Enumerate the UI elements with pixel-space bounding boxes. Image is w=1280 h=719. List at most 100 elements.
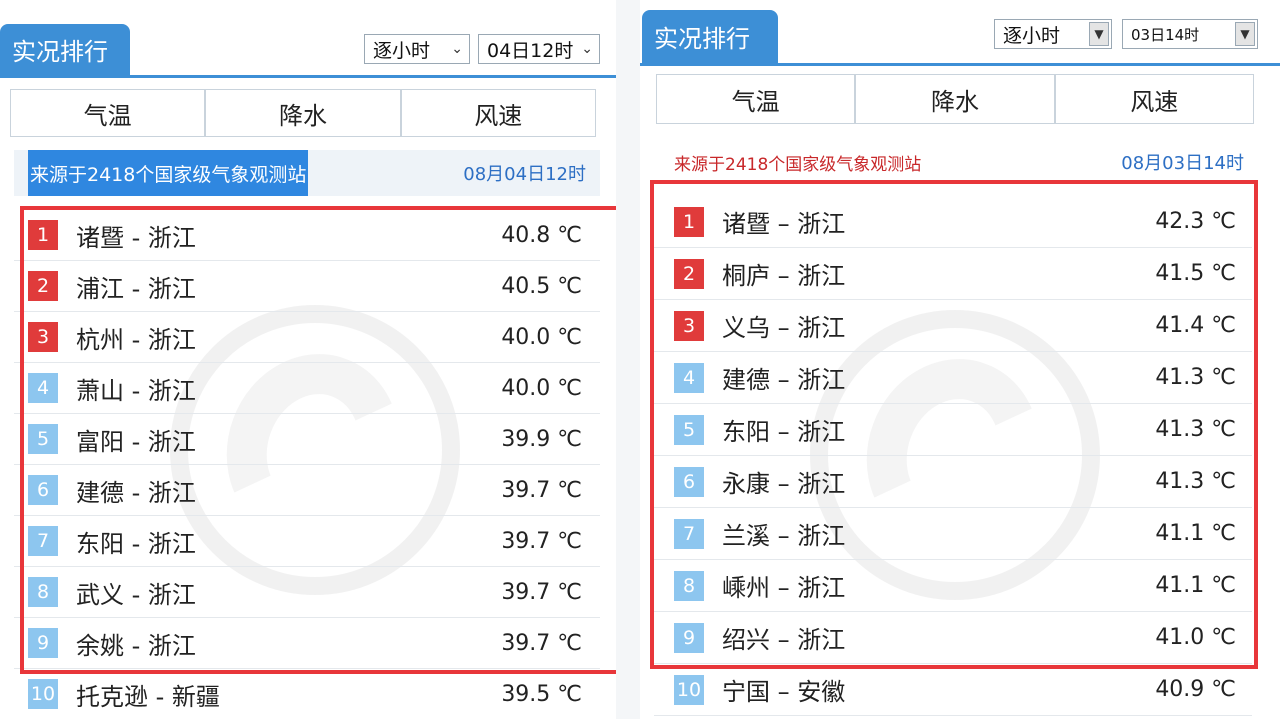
rank-badge: 5: [28, 424, 58, 454]
ranking-list: 1 诸暨 – 浙江 42.3 ℃ 2 桐庐 – 浙江 41.5 ℃ 3 义乌 – 浙江 41.4…: [640, 196, 1280, 719]
station-name: 东阳 - 浙江: [76, 529, 196, 558]
rank-badge: 8: [28, 577, 58, 607]
rank-badge: 4: [28, 373, 58, 403]
temperature-value: 42.3 ℃: [1155, 209, 1236, 234]
table-row: 8 武义 - 浙江 39.7 ℃: [14, 567, 600, 618]
rank-badge: 1: [674, 206, 704, 237]
station-name: 绍兴 – 浙江: [722, 626, 846, 654]
table-row: 10 宁国 – 安徽 40.9 ℃: [654, 664, 1252, 716]
period-select[interactable]: 逐小时 ▼: [994, 19, 1112, 49]
temperature-value: 41.3 ℃: [1155, 365, 1236, 390]
rank-badge: 9: [674, 622, 704, 653]
rank-badge: 10: [28, 679, 58, 709]
source-strip: 来源于2418个国家级气象观测站 08月04日12时: [14, 150, 600, 196]
source-text: 来源于2418个国家级气象观测站: [674, 154, 922, 175]
metric-tabs: 气温 降水 风速: [10, 89, 596, 137]
rank-badge: 3: [28, 322, 58, 352]
metric-tabs: 气温 降水 风速: [656, 74, 1254, 124]
tab-temperature[interactable]: 气温: [10, 89, 206, 137]
station-name: 嵊州 – 浙江: [722, 574, 846, 602]
table-row: 10 托克逊 - 新疆 39.5 ℃: [14, 669, 600, 719]
tab-precipitation[interactable]: 降水: [205, 89, 401, 137]
panel-header: 实况排行 逐小时 ▼ 03日14时 ▼: [640, 10, 1280, 66]
station-name: 义乌 – 浙江: [722, 314, 846, 342]
table-row: 2 浦江 - 浙江 40.5 ℃: [14, 261, 600, 312]
temperature-value: 39.5 ℃: [501, 681, 582, 707]
rank-badge: 8: [674, 570, 704, 601]
station-name: 建德 – 浙江: [722, 366, 846, 394]
table-row: 5 富阳 - 浙江 39.9 ℃: [14, 414, 600, 465]
time-select[interactable]: 04日12时 ⌄: [478, 34, 600, 64]
rank-badge: 5: [674, 414, 704, 445]
temperature-value: 41.5 ℃: [1155, 261, 1236, 286]
temperature-value: 41.4 ℃: [1155, 313, 1236, 338]
table-row: 1 诸暨 - 浙江 40.8 ℃: [14, 210, 600, 261]
temperature-value: 40.0 ℃: [501, 324, 582, 350]
temperature-value: 39.9 ℃: [501, 426, 582, 452]
table-row: 4 萧山 - 浙江 40.0 ℃: [14, 363, 600, 414]
tab-precipitation[interactable]: 降水: [855, 74, 1055, 124]
ranking-panel-left: 实况排行 逐小时 ⌄ 04日12时 ⌄ 气温 降水 风速 来源于2418个国家级…: [0, 0, 616, 719]
tab-wind-speed[interactable]: 风速: [1054, 74, 1254, 124]
station-name: 宁国 – 安徽: [722, 678, 846, 706]
time-select-value: 04日12时: [487, 39, 574, 62]
chevron-down-icon: ⌄: [581, 41, 593, 57]
ranking-panel-right: 实况排行 逐小时 ▼ 03日14时 ▼ 气温 降水 风速 来源于2418个国家级…: [640, 0, 1280, 719]
source-strip: 来源于2418个国家级气象观测站 08月03日14时: [674, 148, 1244, 176]
period-select-value: 逐小时: [1003, 24, 1061, 47]
time-select[interactable]: 03日14时 ▼: [1122, 19, 1258, 49]
station-name: 萧山 - 浙江: [76, 376, 196, 405]
table-row: 9 余姚 - 浙江 39.7 ℃: [14, 618, 600, 669]
rank-badge: 4: [674, 362, 704, 393]
source-text: 来源于2418个国家级气象观测站: [28, 150, 309, 196]
time-select-value: 03日14时: [1131, 25, 1200, 44]
station-name: 建德 - 浙江: [76, 478, 196, 507]
temperature-value: 40.9 ℃: [1155, 677, 1236, 702]
temperature-value: 40.0 ℃: [501, 375, 582, 401]
table-row: 6 建德 - 浙江 39.7 ℃: [14, 465, 600, 516]
temperature-value: 40.8 ℃: [501, 222, 582, 248]
temperature-value: 40.5 ℃: [501, 273, 582, 299]
rank-badge: 7: [28, 526, 58, 556]
temperature-value: 39.7 ℃: [501, 477, 582, 503]
rank-badge: 6: [674, 466, 704, 497]
chevron-down-icon: ▼: [1089, 22, 1109, 46]
station-name: 托克逊 - 新疆: [76, 682, 220, 711]
station-name: 诸暨 – 浙江: [722, 210, 846, 238]
table-row: 3 杭州 - 浙江 40.0 ℃: [14, 312, 600, 363]
rank-badge: 6: [28, 475, 58, 505]
source-time: 08月04日12时: [463, 164, 586, 185]
temperature-value: 39.7 ℃: [501, 579, 582, 605]
station-name: 武义 - 浙江: [76, 580, 196, 609]
source-time: 08月03日14时: [1121, 153, 1244, 174]
table-row: 4 建德 – 浙江 41.3 ℃: [654, 352, 1252, 404]
rank-badge: 10: [674, 674, 704, 705]
panel-title: 实况排行: [642, 10, 778, 63]
station-name: 浦江 - 浙江: [76, 274, 196, 303]
rank-badge: 1: [28, 220, 58, 250]
panel-divider: [616, 0, 640, 719]
table-row: 6 永康 – 浙江 41.3 ℃: [654, 456, 1252, 508]
chevron-down-icon: ⌄: [451, 41, 463, 57]
table-row: 5 东阳 – 浙江 41.3 ℃: [654, 404, 1252, 456]
temperature-value: 41.3 ℃: [1155, 417, 1236, 442]
station-name: 诸暨 - 浙江: [76, 223, 196, 252]
temperature-value: 41.0 ℃: [1155, 625, 1236, 650]
tab-temperature[interactable]: 气温: [656, 74, 856, 124]
temperature-value: 41.3 ℃: [1155, 469, 1236, 494]
station-name: 东阳 – 浙江: [722, 418, 846, 446]
temperature-value: 39.7 ℃: [501, 630, 582, 656]
period-select[interactable]: 逐小时 ⌄: [364, 34, 470, 64]
temperature-value: 41.1 ℃: [1155, 521, 1236, 546]
rank-badge: 3: [674, 310, 704, 341]
station-name: 兰溪 – 浙江: [722, 522, 846, 550]
ranking-list: 1 诸暨 - 浙江 40.8 ℃ 2 浦江 - 浙江 40.5 ℃ 3 杭州 - 浙江 40.0…: [0, 210, 616, 719]
station-name: 余姚 - 浙江: [76, 631, 196, 660]
table-row: 2 桐庐 – 浙江 41.5 ℃: [654, 248, 1252, 300]
rank-badge: 2: [674, 258, 704, 289]
station-name: 永康 – 浙江: [722, 470, 846, 498]
rank-badge: 9: [28, 628, 58, 658]
temperature-value: 39.7 ℃: [501, 528, 582, 554]
tab-wind-speed[interactable]: 风速: [400, 89, 596, 137]
table-row: 8 嵊州 – 浙江 41.1 ℃: [654, 560, 1252, 612]
